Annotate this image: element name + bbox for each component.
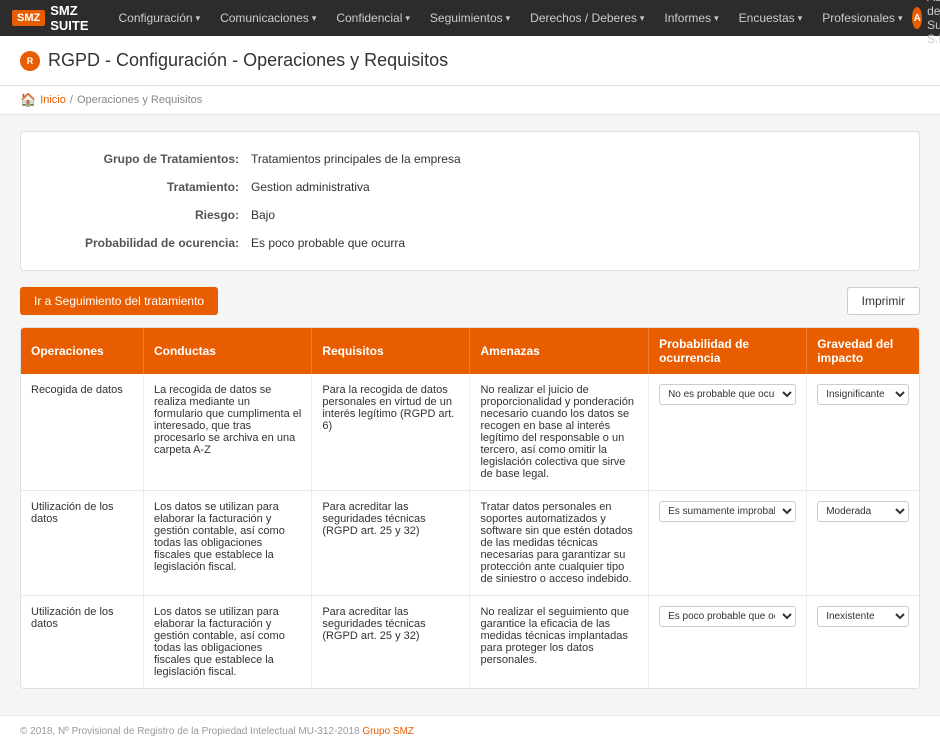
cell-probabilidad[interactable]: No es probable que ocurraEs poco probabl… [649, 491, 807, 596]
nav-configuracion-label: Configuración [119, 11, 193, 25]
cell-probabilidad-select[interactable]: No es probable que ocurraEs poco probabl… [659, 606, 796, 627]
cell-probabilidad[interactable]: No es probable que ocurraEs poco probabl… [649, 374, 807, 491]
nav-seguimientos-label: Seguimientos [430, 11, 503, 25]
print-button[interactable]: Imprimir [847, 287, 920, 315]
nav-profesionales-label: Profesionales [822, 11, 895, 25]
cell-conducta: Los datos se utilizan para elaborar la f… [143, 596, 311, 689]
nav-seguimientos[interactable]: Seguimientos ▾ [420, 0, 520, 36]
table-row: Utilización de los datosLos datos se uti… [21, 596, 919, 689]
info-row-tratamiento: Tratamiento: Gestion administrativa [51, 180, 889, 194]
footer-text: © 2018, Nº Provisional de Registro de la… [20, 726, 360, 737]
page-title: RGPD - Configuración - Operaciones y Req… [48, 50, 448, 71]
info-value-grupo: Tratamientos principales de la empresa [251, 152, 889, 166]
cell-gravedad[interactable]: InsignificanteModeradaInexistenteGraveMu… [807, 374, 919, 491]
cell-gravedad-select[interactable]: InsignificanteModeradaInexistenteGraveMu… [817, 606, 909, 627]
company-name: Asesoría del Sureste S.L. [927, 0, 940, 46]
page-title-bar: R RGPD - Configuración - Operaciones y R… [0, 36, 940, 86]
nav-informes-label: Informes [664, 11, 711, 25]
footer-link[interactable]: Grupo SMZ [362, 726, 414, 737]
breadcrumb-separator: / [70, 94, 73, 106]
table-row: Utilización de los datosLos datos se uti… [21, 491, 919, 596]
breadcrumb-home-icon: 🏠 [20, 92, 36, 108]
cell-requisito: Para la recogida de datos personales en … [312, 374, 470, 491]
logo-text: SMZ SUITE [50, 3, 88, 33]
cell-conducta: Los datos se utilizan para elaborar la f… [143, 491, 311, 596]
nav-seguimientos-arrow: ▾ [506, 13, 511, 24]
nav-configuracion[interactable]: Configuración ▾ [109, 0, 211, 36]
nav-configuracion-arrow: ▾ [196, 13, 201, 24]
follow-treatment-button[interactable]: Ir a Seguimiento del tratamiento [20, 287, 218, 315]
operations-table: Operaciones Conductas Requisitos Amenaza… [21, 328, 919, 688]
nav-confidencial-arrow: ▾ [405, 13, 410, 24]
nav-profesionales-arrow: ▾ [898, 13, 903, 24]
main-content: Grupo de Tratamientos: Tratamientos prin… [0, 115, 940, 705]
rgpd-badge: R [20, 51, 40, 71]
breadcrumb-home-link[interactable]: Inicio [40, 94, 66, 106]
th-probabilidad: Probabilidad de ocurrencia [649, 328, 807, 374]
breadcrumb-current: Operaciones y Requisitos [77, 94, 202, 106]
nav-encuestas[interactable]: Encuestas ▾ [729, 0, 813, 36]
nav-derechos-arrow: ▾ [640, 13, 645, 24]
cell-conducta: La recogida de datos se realiza mediante… [143, 374, 311, 491]
nav-informes[interactable]: Informes ▾ [654, 0, 728, 36]
nav-confidencial-label: Confidencial [336, 11, 402, 25]
cell-operacion: Recogida de datos [21, 374, 143, 491]
cell-requisito: Para acreditar las seguridades técnicas … [312, 491, 470, 596]
th-requisitos: Requisitos [312, 328, 470, 374]
actions-bar: Ir a Seguimiento del tratamiento Imprimi… [20, 287, 920, 315]
cell-operacion: Utilización de los datos [21, 596, 143, 689]
app-logo[interactable]: SMZ SMZ SUITE [12, 3, 89, 33]
nav-comunicaciones-label: Comunicaciones [220, 11, 309, 25]
nav-derechos-label: Derechos / Deberes [530, 11, 637, 25]
cell-probabilidad-select[interactable]: No es probable que ocurraEs poco probabl… [659, 384, 796, 405]
info-label-riesgo: Riesgo: [51, 208, 251, 222]
th-amenazas: Amenazas [470, 328, 649, 374]
operations-table-wrapper: Operaciones Conductas Requisitos Amenaza… [20, 327, 920, 689]
table-header-row: Operaciones Conductas Requisitos Amenaza… [21, 328, 919, 374]
cell-gravedad[interactable]: InsignificanteModeradaInexistenteGraveMu… [807, 491, 919, 596]
nav-profesionales[interactable]: Profesionales ▾ [812, 0, 912, 36]
breadcrumb: 🏠 Inicio / Operaciones y Requisitos [0, 86, 940, 115]
cell-operacion: Utilización de los datos [21, 491, 143, 596]
nav-informes-arrow: ▾ [714, 13, 719, 24]
nav-comunicaciones-arrow: ▾ [312, 13, 317, 24]
cell-gravedad-select[interactable]: InsignificanteModeradaInexistenteGraveMu… [817, 501, 909, 522]
cell-requisito: Para acreditar las seguridades técnicas … [312, 596, 470, 689]
info-value-riesgo: Bajo [251, 208, 889, 222]
nav-menu: Configuración ▾ Comunicaciones ▾ Confide… [109, 0, 913, 36]
footer: © 2018, Nº Provisional de Registro de la… [0, 715, 940, 747]
cell-amenaza: No realizar el seguimiento que garantice… [470, 596, 649, 689]
th-operaciones: Operaciones [21, 328, 143, 374]
info-row-riesgo: Riesgo: Bajo [51, 208, 889, 222]
cell-gravedad-select[interactable]: InsignificanteModeradaInexistenteGraveMu… [817, 384, 909, 405]
cell-gravedad[interactable]: InsignificanteModeradaInexistenteGraveMu… [807, 596, 919, 689]
nav-company[interactable]: A Asesoría del Sureste S.L. ▾ [912, 0, 940, 46]
cell-amenaza: No realizar el juicio de proporcionalida… [470, 374, 649, 491]
cell-probabilidad-select[interactable]: No es probable que ocurraEs poco probabl… [659, 501, 796, 522]
info-row-probabilidad: Probabilidad de ocurencia: Es poco proba… [51, 236, 889, 250]
info-value-probabilidad: Es poco probable que ocurra [251, 236, 889, 250]
info-card: Grupo de Tratamientos: Tratamientos prin… [20, 131, 920, 271]
company-avatar: A [912, 7, 922, 29]
cell-amenaza: Tratar datos personales en soportes auto… [470, 491, 649, 596]
info-label-grupo: Grupo de Tratamientos: [51, 152, 251, 166]
nav-confidencial[interactable]: Confidencial ▾ [326, 0, 420, 36]
nav-encuestas-label: Encuestas [739, 11, 795, 25]
nav-encuestas-arrow: ▾ [798, 13, 803, 24]
th-gravedad: Gravedad del impacto [807, 328, 919, 374]
logo-badge: SMZ [12, 10, 45, 26]
table-row: Recogida de datosLa recogida de datos se… [21, 374, 919, 491]
nav-derechos[interactable]: Derechos / Deberes ▾ [520, 0, 654, 36]
info-value-tratamiento: Gestion administrativa [251, 180, 889, 194]
nav-comunicaciones[interactable]: Comunicaciones ▾ [210, 0, 326, 36]
th-conductas: Conductas [143, 328, 311, 374]
info-label-tratamiento: Tratamiento: [51, 180, 251, 194]
top-navigation: SMZ SMZ SUITE Configuración ▾ Comunicaci… [0, 0, 940, 36]
cell-probabilidad[interactable]: No es probable que ocurraEs poco probabl… [649, 596, 807, 689]
info-row-grupo: Grupo de Tratamientos: Tratamientos prin… [51, 152, 889, 166]
info-label-probabilidad: Probabilidad de ocurencia: [51, 236, 251, 250]
